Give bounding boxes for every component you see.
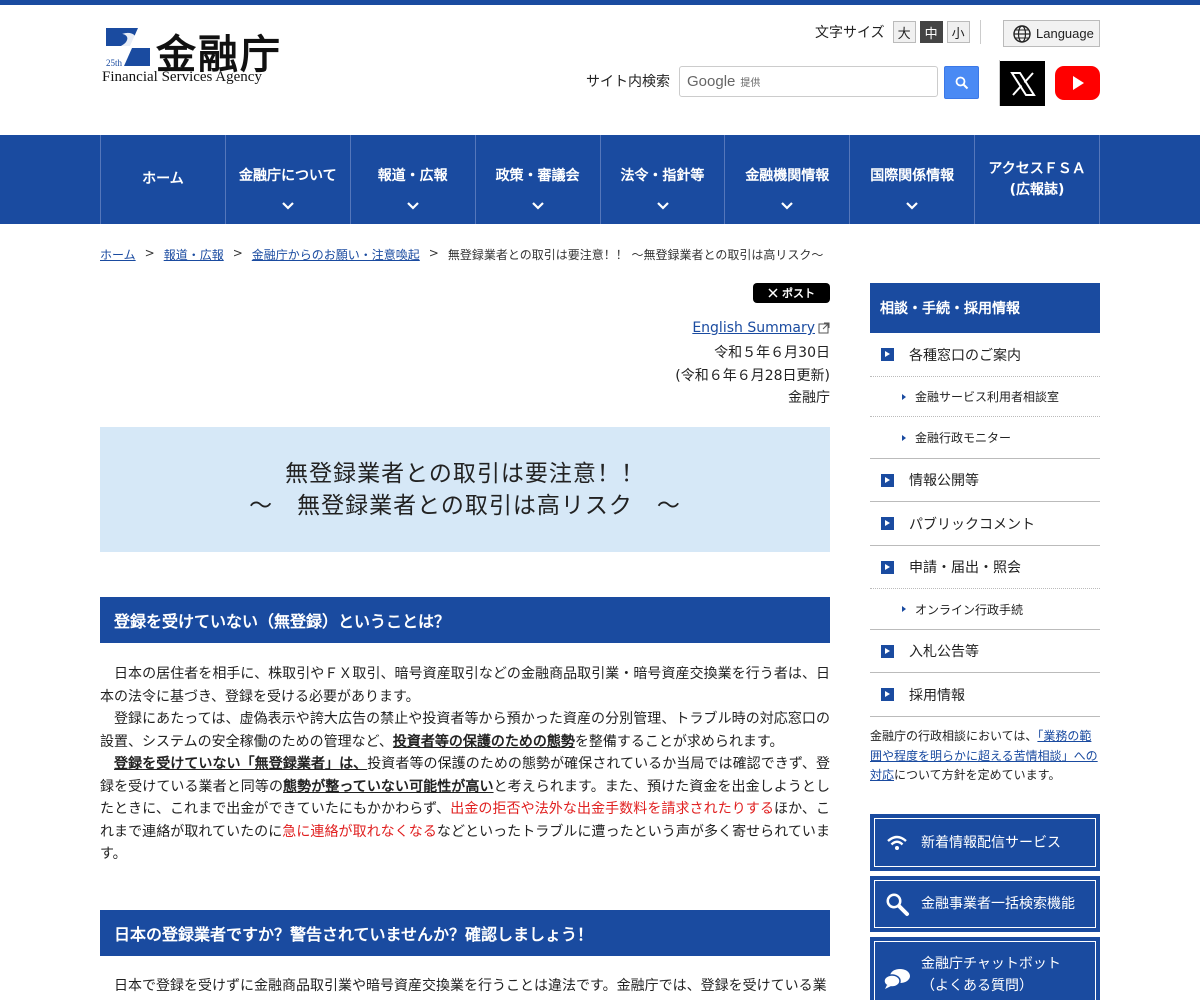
chevron-down-icon [531, 202, 544, 210]
nav-home[interactable]: ホーム [101, 135, 226, 224]
paragraph: 登録を受けていない「無登録業者」は、投資者等の保護のための態勢が確保されているか… [100, 756, 831, 862]
chevron-down-icon [282, 202, 294, 210]
google-brand: Google [687, 73, 736, 90]
breadcrumb-news[interactable]: 報道・広報 [164, 246, 224, 263]
arrow-square-icon [881, 348, 894, 361]
breadcrumb-home[interactable]: ホーム [100, 246, 136, 263]
news-feed-service-button[interactable]: 新着情報配信サービス [870, 814, 1100, 871]
breadcrumb-notices[interactable]: 金融庁からのお願い・注意喚起 [252, 246, 420, 263]
sidebar-item-contacts[interactable]: 各種窓口のご案内 [870, 333, 1100, 377]
logo-subtitle: Financial Services Agency [102, 69, 262, 85]
sidebar-subitem-admin-monitor[interactable]: 金融行政モニター [870, 417, 1100, 459]
page-title: 無登録業者との取引は要注意！！ ～ 無登録業者との取引は高リスク ～ [100, 427, 830, 552]
chatbot-title: 金融庁チャットボット [921, 956, 1061, 972]
section2-body: 日本で登録を受けずに金融商品取引業や暗号資産交換業を行うことは違法です。金融庁で… [100, 975, 830, 998]
top-accent-bar [0, 0, 1200, 5]
section-heading-unregistered: 登録を受けていない（無登録）ということは？ [100, 597, 830, 643]
paragraph: 日本の居住者を相手に、株取引やＦＸ取引、暗号資産取引などの金融商品取引業・暗号資… [100, 666, 830, 705]
bulk-search-button[interactable]: 金融事業者一括検索機能 [870, 876, 1100, 932]
magnifier-icon [886, 893, 909, 916]
arrow-square-icon [881, 688, 894, 701]
page-title-line1: 無登録業者との取引は要注意！！ [285, 460, 645, 487]
nav-policy[interactable]: 政策・審議会 [476, 135, 601, 224]
language-label: Language [1036, 26, 1094, 41]
svg-text:25th: 25th [106, 58, 123, 68]
fsa-logo-mark-icon: 25th [106, 28, 150, 68]
youtube-icon [1072, 76, 1084, 90]
breadcrumb: ホーム > 報道・広報 > 金融庁からのお願い・注意喚起 > 無登録業者との取引… [100, 246, 823, 263]
wifi-icon [887, 835, 907, 850]
font-size-large-button[interactable]: 大 [892, 21, 916, 43]
arrow-square-icon [881, 560, 894, 574]
page-title-line2: ～ 無登録業者との取引は高リスク ～ [249, 492, 681, 519]
nav-institutions[interactable]: 金融機関情報 [725, 135, 851, 224]
paragraph: 日本で登録を受けずに金融商品取引業や暗号資産交換業を行うことは違法です。金融庁で… [114, 978, 827, 994]
search-icon [955, 76, 968, 89]
paragraph: 登録にあたっては、虚偽表示や誇大広告の禁止や投資者等から預かった資産の分別管理、… [100, 711, 830, 750]
sidebar-heading: 相談・手続・採用情報 [870, 283, 1100, 333]
font-size-small-button[interactable]: 小 [946, 21, 970, 43]
youtube-link[interactable] [1055, 66, 1100, 100]
nav-laws[interactable]: 法令・指針等 [601, 135, 726, 224]
sidebar-subitem-online-procedures[interactable]: オンライン行政手続 [870, 589, 1100, 630]
chat-bubble-icon [883, 969, 910, 989]
sidebar-item-applications[interactable]: 申請・届出・照会 [870, 546, 1100, 589]
triangle-right-icon [902, 434, 906, 441]
divider [980, 20, 981, 44]
search-button[interactable] [944, 66, 979, 99]
breadcrumb-separator: > [428, 246, 439, 260]
x-link[interactable] [1000, 61, 1045, 106]
x-post-label: ポスト [782, 288, 815, 300]
font-size-label: 文字サイズ [815, 25, 885, 41]
site-search-label: サイト内検索 [586, 74, 670, 90]
chevron-down-icon [656, 202, 669, 210]
arrow-square-icon [881, 644, 894, 658]
chevron-down-icon [781, 202, 794, 210]
chevron-down-icon [906, 202, 919, 210]
breadcrumb-separator: > [232, 246, 243, 260]
globe-icon [1013, 24, 1031, 43]
breadcrumb-current: 無登録業者との取引は要注意！！ ～無登録業者との取引は高リスク～ [447, 248, 824, 262]
font-size-medium-button[interactable]: 中 [919, 21, 943, 43]
sidebar-item-recruitment[interactable]: 採用情報 [870, 673, 1100, 717]
updated-date: (令和６年６月28日更新) [675, 368, 830, 384]
breadcrumb-separator: > [144, 246, 155, 260]
section-heading-check: 日本の登録業者ですか？警告されていませんか？確認しましょう！ [100, 910, 830, 956]
chevron-down-icon [406, 202, 419, 210]
arrow-square-icon [881, 473, 894, 487]
site-search-input[interactable]: Google 提供 [679, 66, 938, 97]
site-logo[interactable]: 25th 金融庁 Financial Services Agency [100, 22, 300, 92]
sidebar-subitem-consumer-office[interactable]: 金融サービス利用者相談室 [870, 377, 1100, 417]
x-post-button[interactable]: ポスト [753, 283, 830, 303]
x-icon [768, 288, 778, 298]
font-size-switcher: 文字サイズ 大 中 小 [815, 20, 970, 44]
google-provided: 提供 [740, 78, 761, 89]
triangle-right-icon [902, 393, 906, 400]
arrow-square-icon [881, 517, 894, 530]
nav-access-fsa[interactable]: アクセスＦＳＡ (広報誌) [975, 135, 1100, 224]
chatbot-subtitle: （よくある質問） [921, 978, 1033, 994]
author: 金融庁 [788, 390, 830, 406]
sidebar-note: 金融庁の行政相談においては、「業務の範囲や程度を明らかに超える苦情相談」への対応… [870, 729, 1098, 782]
sidebar-item-bidding[interactable]: 入札公告等 [870, 630, 1100, 673]
triangle-right-icon [902, 606, 906, 612]
chatbot-button[interactable]: 金融庁チャットボット （よくある質問） [870, 937, 1100, 1000]
language-button[interactable]: Language [1003, 20, 1100, 47]
publish-date: 令和５年６月30日 [714, 345, 830, 361]
nav-news[interactable]: 報道・広報 [351, 135, 476, 224]
global-nav: ホーム 金融庁について 報道・広報 政策・審議会 法令・指針等 金融機関情報 国… [0, 135, 1200, 224]
sidebar-item-disclosure[interactable]: 情報公開等 [870, 459, 1100, 502]
sidebar-item-public-comment[interactable]: パブリックコメント [870, 502, 1100, 546]
nav-international[interactable]: 国際関係情報 [850, 135, 976, 224]
english-summary-link[interactable]: English Summary [692, 320, 830, 336]
nav-about[interactable]: 金融庁について [226, 135, 351, 224]
x-icon [1009, 71, 1036, 96]
section1-body: 日本の居住者を相手に、株取引やＦＸ取引、暗号資産取引などの金融商品取引業・暗号資… [100, 663, 830, 866]
external-link-icon [818, 322, 830, 334]
